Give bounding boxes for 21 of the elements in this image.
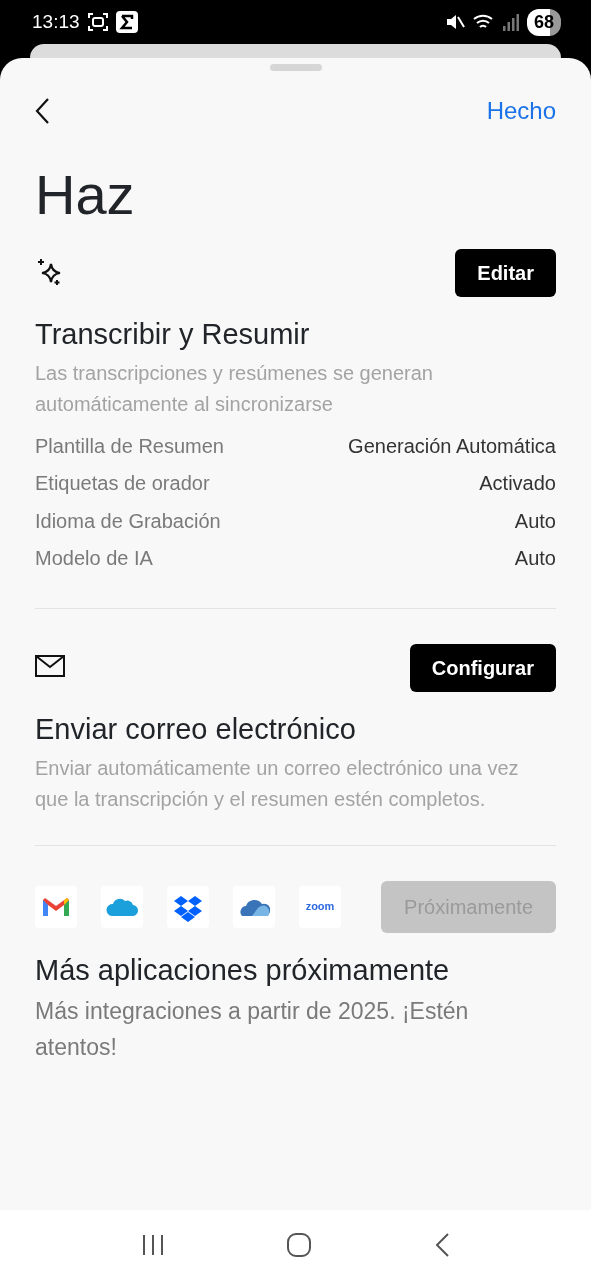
setting-value: Generación Automática (348, 433, 556, 459)
section-description: Más integraciones a partir de 2025. ¡Estén atentos! (35, 997, 470, 1063)
setting-label: Modelo de IA (35, 546, 153, 572)
configure-button[interactable]: Configurar (409, 643, 556, 692)
app-logo-text: zoom (305, 899, 335, 915)
section-title: Enviar correo electrónico (35, 711, 357, 747)
section-description: Enviar automáticamente un correo electrónico una vez que la transcripción y el resumen estén completos. (35, 755, 520, 812)
setting-value: Activado (479, 471, 556, 497)
done-link[interactable]: Hecho (486, 93, 556, 129)
setting-label: Etiquetas de orador (35, 471, 210, 497)
setting-label: Plantilla de Resumen (35, 433, 224, 459)
setting-label: Idioma de Grabación (35, 508, 221, 534)
setting-value: Auto (514, 546, 556, 572)
battery-indicator: 68 (526, 8, 561, 36)
page-title: Haz (35, 162, 136, 228)
edit-button[interactable]: Editar (455, 249, 556, 297)
section-description: Las transcripciones y resúmenes se generan automáticamente al sincronizarse (35, 360, 434, 417)
section-title: Más aplicaciones próximamente (35, 952, 451, 988)
setting-value: Auto (514, 508, 556, 534)
section-title: Transcribir y Resumir (35, 317, 311, 352)
status-time: 13:13 (32, 9, 80, 34)
